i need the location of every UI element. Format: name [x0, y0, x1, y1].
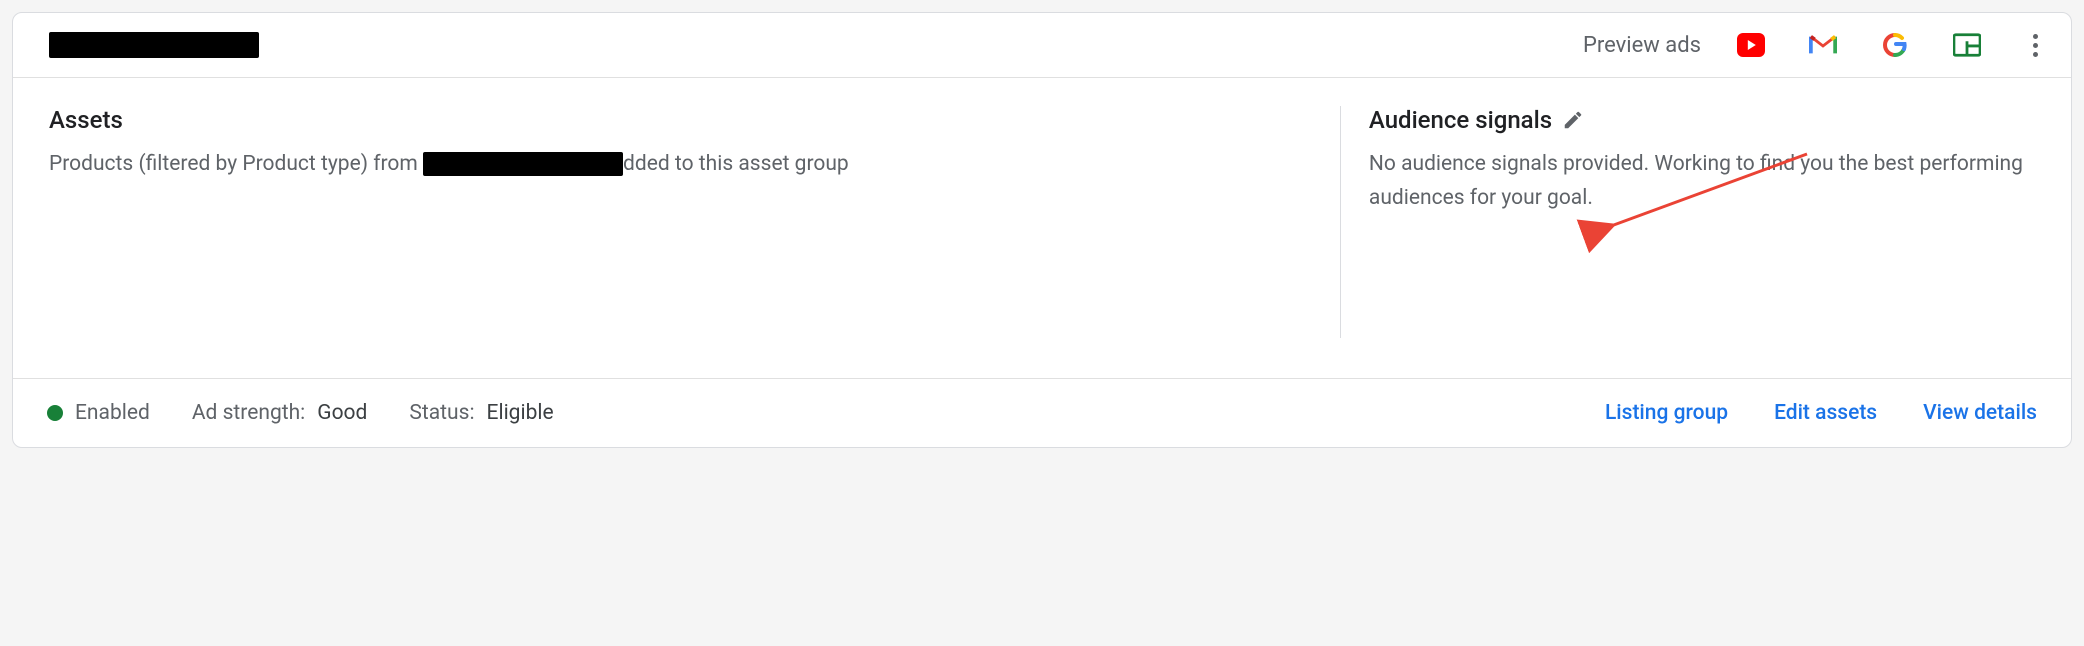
audience-signals-section: Audience signals No audience signals pro… — [1340, 106, 2035, 338]
view-details-link[interactable]: View details — [1923, 401, 2037, 425]
card-header: Preview ads — [13, 13, 2071, 78]
enabled-label: Enabled — [75, 401, 150, 425]
assets-desc-post: dded to this asset group — [623, 152, 849, 176]
google-search-icon[interactable] — [1881, 34, 1909, 56]
more-menu-icon[interactable] — [2025, 31, 2045, 59]
status-label: Status: — [409, 401, 474, 425]
preview-ads-link[interactable]: Preview ads — [1583, 33, 1701, 58]
assets-title: Assets — [49, 106, 1320, 134]
ad-strength: Ad strength: Good — [192, 401, 368, 425]
display-network-icon[interactable] — [1953, 34, 1981, 56]
footer-status-group: Enabled Ad strength: Good Status: Eligib… — [47, 401, 554, 425]
listing-group-link[interactable]: Listing group — [1605, 401, 1728, 425]
footer-actions: Listing group Edit assets View details — [1605, 401, 2037, 425]
enabled-status: Enabled — [47, 401, 150, 425]
asset-group-title-redacted — [49, 32, 259, 58]
audience-signals-title-text: Audience signals — [1369, 106, 1552, 134]
edit-assets-link[interactable]: Edit assets — [1774, 401, 1877, 425]
status: Status: Eligible — [409, 401, 553, 425]
ad-strength-value: Good — [317, 401, 367, 425]
edit-audience-signals-button[interactable] — [1562, 109, 1584, 131]
card-footer: Enabled Ad strength: Good Status: Eligib… — [13, 378, 2071, 447]
ad-strength-label: Ad strength: — [192, 401, 305, 425]
assets-description: Products (filtered by Product type) from… — [49, 148, 1320, 182]
gmail-icon[interactable] — [1809, 34, 1837, 56]
audience-signals-description: No audience signals provided. Working to… — [1369, 148, 2035, 215]
assets-source-redacted — [423, 152, 623, 176]
status-value: Eligible — [487, 401, 554, 425]
pencil-icon — [1562, 109, 1584, 131]
asset-group-card: Preview ads — [12, 12, 2072, 448]
card-body: Assets Products (filtered by Product typ… — [13, 78, 2071, 378]
header-actions: Preview ads — [1583, 31, 2045, 59]
channel-icons — [1737, 31, 2045, 59]
status-dot-icon — [47, 405, 63, 421]
assets-desc-pre: Products (filtered by Product type) from — [49, 152, 418, 176]
assets-section: Assets Products (filtered by Product typ… — [49, 106, 1340, 338]
youtube-icon[interactable] — [1737, 34, 1765, 56]
audience-signals-title: Audience signals — [1369, 106, 2035, 134]
header-title-area — [49, 32, 259, 58]
